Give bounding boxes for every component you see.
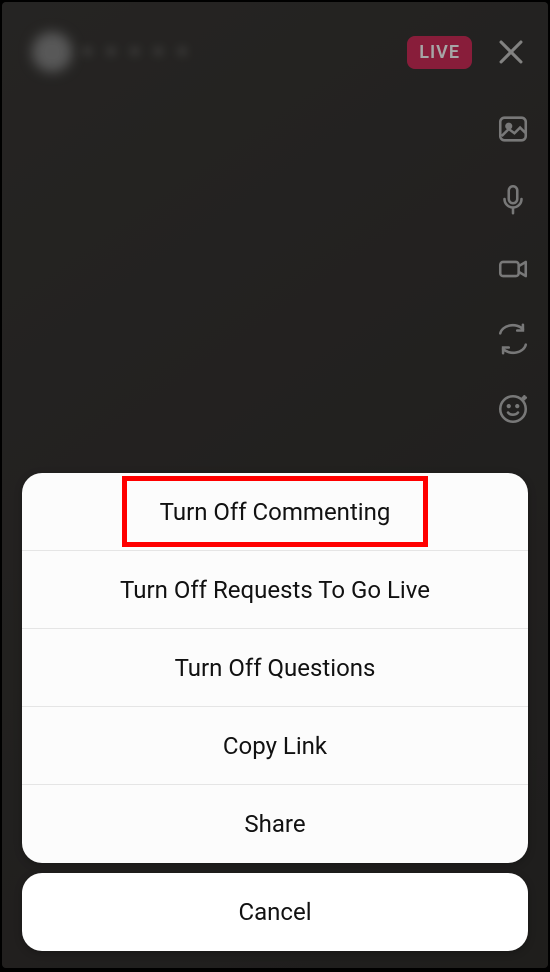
option-turn-off-questions[interactable]: Turn Off Questions <box>22 629 528 707</box>
option-copy-link[interactable]: Copy Link <box>22 707 528 785</box>
option-label: Turn Off Commenting <box>160 498 391 526</box>
action-sheet-options: Turn Off Commenting Turn Off Requests To… <box>22 473 528 863</box>
cancel-button[interactable]: Cancel <box>22 873 528 951</box>
option-label: Copy Link <box>223 732 327 760</box>
option-label: Turn Off Questions <box>175 654 376 682</box>
live-stream-screen: • • • • • LIVE <box>2 2 548 968</box>
option-turn-off-requests[interactable]: Turn Off Requests To Go Live <box>22 551 528 629</box>
option-share[interactable]: Share <box>22 785 528 863</box>
cancel-label: Cancel <box>238 898 311 926</box>
option-turn-off-commenting[interactable]: Turn Off Commenting <box>22 473 528 551</box>
option-label: Share <box>244 810 305 838</box>
action-sheet: Turn Off Commenting Turn Off Requests To… <box>22 473 528 951</box>
option-label: Turn Off Requests To Go Live <box>120 576 430 604</box>
